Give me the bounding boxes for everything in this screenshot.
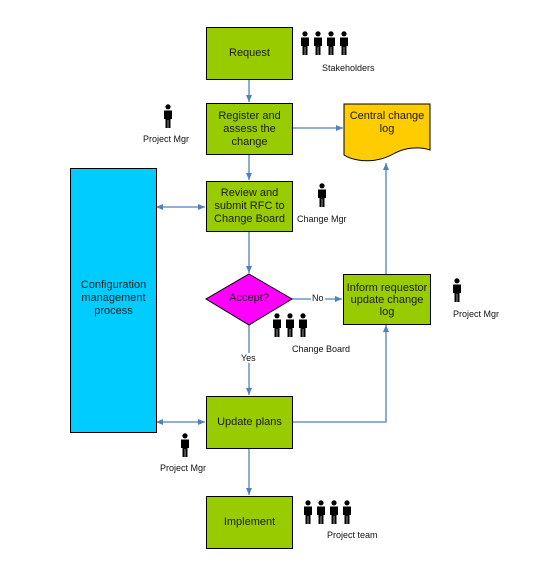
person-icon (300, 31, 310, 60)
project-mgr-register-label: Project Mgr (143, 134, 190, 144)
implement-label: Implement (223, 516, 276, 528)
project-team-label: Project team (327, 530, 378, 540)
stakeholders-label: Stakeholders (322, 63, 375, 73)
yes-edge-label: Yes (240, 353, 257, 363)
config-mgmt-label: Configuration management process (80, 279, 147, 317)
accept-label[interactable]: Accept? (214, 292, 284, 304)
person-icon (452, 278, 462, 307)
change-board-label: Change Board (292, 344, 351, 354)
project-mgr-inform-label: Project Mgr (453, 309, 500, 319)
person-icon (303, 500, 313, 529)
register-label: Register and assess the change (218, 109, 281, 148)
person-icon (313, 31, 323, 60)
update-plans-box[interactable]: Update plans (206, 396, 293, 449)
config-mgmt-box[interactable]: Configuration management process (70, 168, 157, 433)
person-icon (285, 313, 295, 342)
person-icon (316, 500, 326, 529)
person-icon (180, 433, 190, 462)
change-mgr-icons (317, 183, 327, 212)
person-icon (298, 313, 308, 342)
person-icon (329, 500, 339, 529)
person-icon (163, 104, 173, 133)
stakeholders-icons (300, 31, 349, 60)
register-box[interactable]: Register and assess the change (206, 103, 293, 155)
no-edge-label: No (311, 293, 325, 303)
person-icon (272, 313, 282, 342)
request-label: Request (229, 47, 270, 59)
project-mgr-update-label: Project Mgr (160, 463, 207, 473)
change-board-icons (272, 313, 308, 342)
person-icon (342, 500, 352, 529)
flowchart: Request Register and assess the change C… (0, 0, 557, 572)
review-label: Review and submit RFC to Change Board (214, 187, 285, 225)
project-mgr-register-icons (163, 104, 173, 133)
person-icon (326, 31, 336, 60)
request-box[interactable]: Request (206, 27, 293, 80)
inform-box[interactable]: Inform requestor update change log (343, 274, 431, 325)
project-team-icons (303, 500, 352, 529)
central-change-log-label[interactable]: Central change log (346, 110, 428, 136)
implement-box[interactable]: Implement (206, 496, 293, 549)
project-mgr-inform-icons (452, 278, 462, 307)
change-mgr-label: Change Mgr (297, 214, 347, 224)
update-plans-label: Update plans (217, 416, 282, 428)
person-icon (317, 183, 327, 212)
person-icon (339, 31, 349, 60)
review-box[interactable]: Review and submit RFC to Change Board (206, 181, 293, 232)
project-mgr-update-icons (180, 433, 190, 462)
inform-label: Inform requestor update change log (346, 281, 428, 318)
